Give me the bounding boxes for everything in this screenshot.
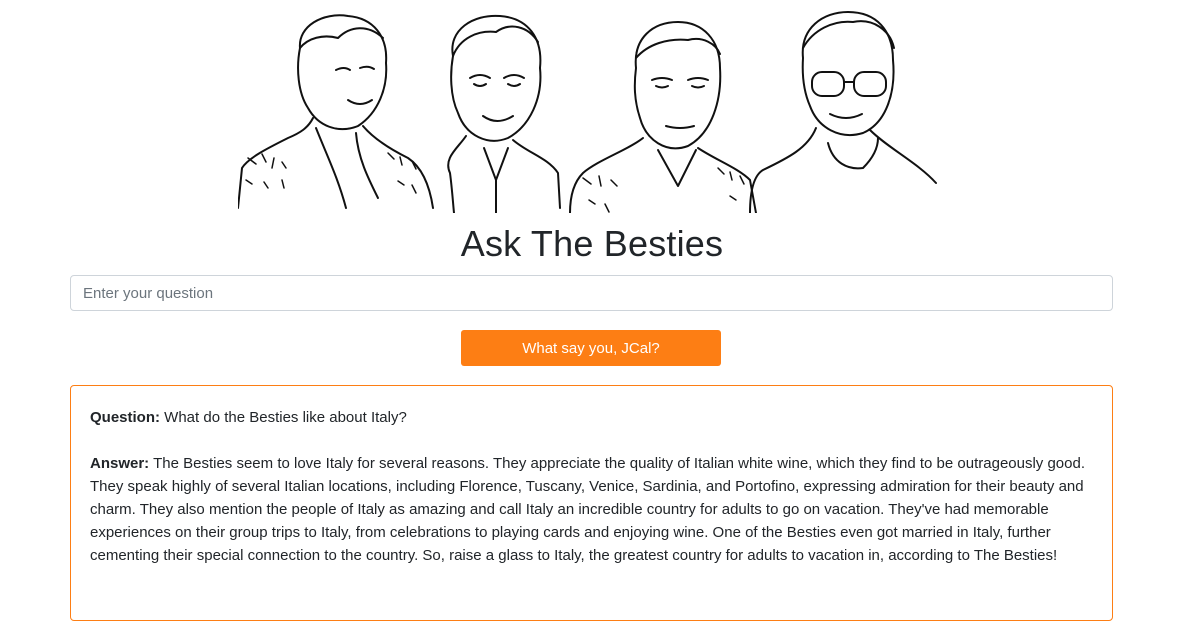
answer-line: Answer: The Besties seem to love Italy f… <box>90 452 1093 567</box>
answer-text: The Besties seem to love Italy for sever… <box>90 455 1086 564</box>
answer-label: Answer: <box>90 455 150 472</box>
portrait-sketch-2 <box>447 14 561 213</box>
question-text: What do the Besties like about Italy? <box>164 409 407 426</box>
question-input[interactable] <box>70 275 1113 311</box>
hero-portraits-image <box>238 8 938 213</box>
question-label: Question: <box>90 409 160 426</box>
ask-button[interactable]: What say you, JCal? <box>461 330 721 366</box>
page-title: Ask The Besties <box>460 223 724 264</box>
portrait-sketch-4 <box>749 11 937 213</box>
answer-card: Question: What do the Besties like about… <box>70 385 1113 621</box>
page: Ask The Besties What say you, JCal? Ques… <box>0 0 1200 630</box>
portrait-sketch-3 <box>569 21 757 213</box>
portrait-sketch-1 <box>238 14 434 209</box>
question-line: Question: What do the Besties like about… <box>90 406 1093 429</box>
